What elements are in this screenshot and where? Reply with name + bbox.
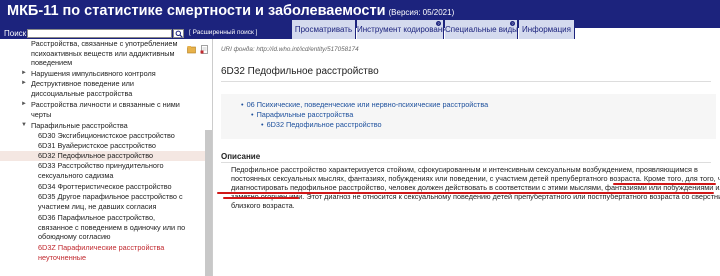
help-badge-icon: ? [436,21,441,26]
tree-leaf-code: 6D33 [38,161,56,170]
app-version: (Версия: 05/2021) [388,8,455,17]
classification-tree: Расстройства, связанные с употреблением … [0,39,213,276]
expand-arrow-icon[interactable]: ► [21,69,27,79]
tree-leaf-code: 6D34 [38,182,56,191]
tree-node[interactable]: ► Расстройства личности и связанные с ни… [0,100,205,119]
tab-coding-tool[interactable]: Инструмент кодирования? [357,20,451,39]
hierarchy-link-chapter[interactable]: • 06 Психические, поведенческие или нервн… [241,100,488,109]
bullet-icon: • [241,100,244,109]
tree-leaf-selected[interactable]: 6D32 Педофильное расстройство [0,151,205,161]
tree-leaf[interactable]: 6D34 Фроттеристическое расстройство [0,182,205,192]
red-underline-annotation [613,183,716,185]
description-heading: Описание [221,152,261,161]
hierarchy-breadcrumb: • 06 Психические, поведенческие или нервн… [221,94,716,139]
tree-node-parent[interactable]: ▼ Парафильные расстройства [0,121,205,131]
page-title: 6D32 Педофильное расстройство [221,66,379,77]
description-line: постоянных сексуальных мыслях, фантазиях… [231,174,720,183]
foundation-uri[interactable]: URI фонда: http://id.who.int/icd/entity/… [221,46,359,53]
tree-leaf[interactable]: 6D31 Вуайеристское расстройство [0,141,205,151]
advanced-search-link[interactable]: [ Расширенный поиск ] [189,29,257,36]
expand-arrow-icon[interactable]: ► [21,100,27,110]
hierarchy-link-current[interactable]: • 6D32 Педофильное расстройство [261,120,382,129]
tree-leaf-label: Эксгибиционистское расстройство [57,131,175,140]
bullet-icon: • [251,110,254,119]
bullet-icon: • [261,120,264,129]
tree-leaf-label: Педофильное расстройство [57,151,154,160]
divider [221,162,711,163]
search-button[interactable] [173,29,184,38]
tree-node[interactable]: Расстройства, связанные с употреблением … [0,39,205,69]
tab-browse[interactable]: Просматривать [292,20,356,39]
description-line: близкого возраста. [231,201,295,210]
tree-leaf[interactable]: 6D36 Парафильное расстройство, связанное… [0,213,205,243]
search-icon [175,30,183,38]
tree-leaf[interactable]: 6D30 Эксгибиционистское расстройство [0,131,205,141]
tree-leaf-label: Вуайеристское расстройство [57,141,156,150]
help-badge-icon: ? [510,21,515,26]
description-line: Педофильное расстройство характеризуется… [231,165,698,174]
tab-special-views[interactable]: Специальные виды? [445,20,518,39]
app-title: МКБ-11 по статистике смертности и заболе… [7,3,454,19]
tree-leaf-code: 6D30 [38,131,56,140]
app-title-text: МКБ-11 по статистике смертности и заболе… [7,3,386,19]
hierarchy-link-block[interactable]: • Парафильные расстройства [251,110,353,119]
tree-leaf-code: 6D35 [38,192,56,201]
tree-leaf[interactable]: 6D33 Расстройство принудительного сексуа… [0,161,205,181]
search-label: Поиск [4,29,27,38]
tree-leaf-label: Расстройство принудительного сексуальног… [38,161,164,180]
tree-leaf-label: Другое парафильное расстройство с участи… [38,192,183,211]
tree-leaf[interactable]: 6D3Z Парафилические расстройства неуточн… [0,243,205,263]
tree-node[interactable]: ► Нарушения импульсивного контроля [0,69,205,79]
tree-leaf-label: Парафильное расстройство, связанное с по… [38,213,186,242]
red-underline-annotation [217,192,714,194]
tree-leaf-code: 6D31 [38,141,56,150]
tree-leaf-code: 6D32 [38,151,56,160]
entity-detail-panel: URI фонда: http://id.who.int/icd/entity/… [213,39,720,276]
sidebar-scrollbar[interactable] [205,130,212,276]
search-bar: Поиск [ Расширенный поиск ] [0,28,292,39]
tree-leaf-label: Парафилические расстройства неуточненные [38,243,165,262]
tab-info[interactable]: Информация [519,20,575,39]
tree-leaf[interactable]: 6D35 Другое парафильное расстройство с у… [0,192,205,212]
tree-leaf-code: 6D36 [38,213,56,222]
red-underline-annotation [223,197,299,199]
tree-leaf-label: Фроттеристическое расстройство [57,182,172,191]
tree-node[interactable]: ► Деструктивное поведение или диссоциаль… [0,79,205,99]
search-input[interactable] [27,29,172,38]
collapse-arrow-icon[interactable]: ▼ [21,121,27,131]
divider [221,81,711,82]
tree-leaf-code: 6D3Z [38,243,56,252]
expand-arrow-icon[interactable]: ► [21,79,27,89]
